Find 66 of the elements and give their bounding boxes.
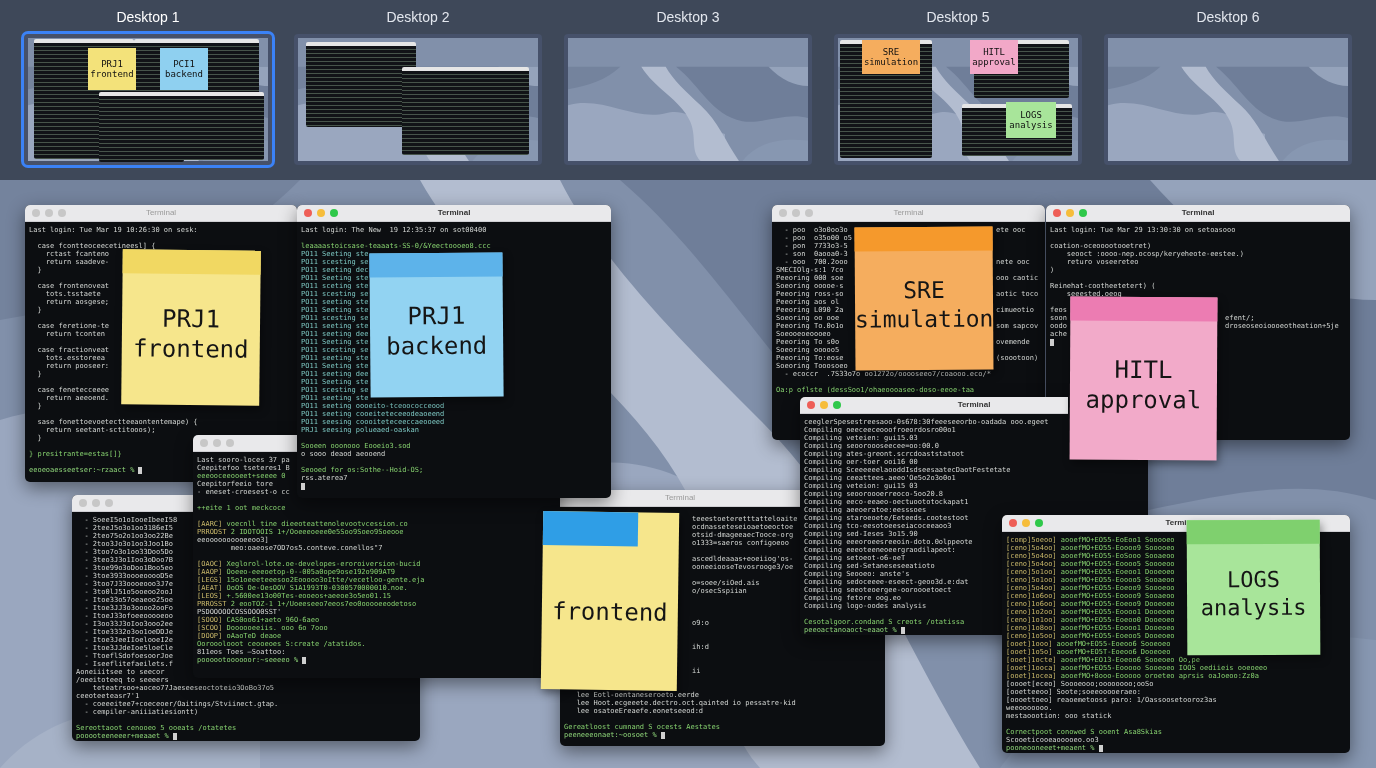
zoom-button[interactable] — [833, 401, 841, 409]
text-cursor — [1050, 338, 1054, 346]
note-text: HITL — [1114, 354, 1173, 385]
zoom-button[interactable] — [805, 209, 813, 217]
desktop-thumbnail[interactable]: PRJ1 frontend PCI1 backend — [24, 34, 272, 165]
minimize-button[interactable] — [213, 439, 221, 447]
minimize-button[interactable] — [792, 209, 800, 217]
zoom-button[interactable] — [58, 209, 66, 217]
close-button[interactable] — [32, 209, 40, 217]
note-text: simulation — [854, 304, 994, 334]
title-bar[interactable] — [72, 495, 193, 512]
close-button[interactable] — [1009, 519, 1017, 527]
note-text: analysis — [1200, 593, 1307, 622]
note-text: analysis — [1009, 120, 1053, 130]
note-text: SRE — [903, 275, 945, 305]
note-text: frontend — [132, 332, 249, 365]
zoom-button[interactable] — [105, 499, 113, 507]
close-button[interactable] — [304, 209, 312, 217]
note-text: PRJ1 — [407, 300, 466, 332]
note-text: approval — [1085, 384, 1202, 415]
desktop-label: Desktop 6 — [1196, 8, 1260, 27]
note-text: PCI1 — [173, 59, 195, 69]
minimize-button[interactable] — [45, 209, 53, 217]
minimize-button[interactable] — [1066, 209, 1074, 217]
text-cursor — [301, 482, 305, 490]
note-text: SRE — [882, 47, 900, 57]
note-text: backend — [386, 330, 488, 362]
minimize-button[interactable] — [1022, 519, 1030, 527]
close-button[interactable] — [779, 209, 787, 217]
title-bar[interactable]: Terminal — [1046, 205, 1350, 222]
zoom-button[interactable] — [1035, 519, 1043, 527]
note-text: HITL — [983, 47, 1005, 57]
desktop-label: Desktop 2 — [386, 8, 450, 27]
title-bar[interactable]: Terminal — [297, 205, 611, 222]
minimize-button[interactable] — [820, 401, 828, 409]
note-text: PRJ1 — [162, 303, 221, 334]
minimize-button[interactable] — [92, 499, 100, 507]
zoom-button[interactable] — [330, 209, 338, 217]
minimize-button[interactable] — [317, 209, 325, 217]
desktop-label: Desktop 1 — [116, 8, 180, 27]
close-button[interactable] — [1053, 209, 1061, 217]
close-button[interactable] — [807, 401, 815, 409]
zoom-button[interactable] — [1079, 209, 1087, 217]
window-title: Terminal — [957, 399, 991, 411]
title-bar[interactable] — [193, 435, 297, 452]
note-text: simulation — [863, 57, 919, 67]
note-text: LOGS — [1226, 565, 1280, 594]
note-text: backend — [165, 69, 203, 79]
note-text: LOGS — [1020, 110, 1042, 120]
note-text: frontend — [551, 596, 668, 628]
window-title: Terminal — [893, 207, 924, 219]
window-title: Termi — [1165, 517, 1187, 529]
desktop-label: Desktop 5 — [926, 8, 990, 27]
note-text: approval — [972, 57, 1016, 67]
zoom-button[interactable] — [226, 439, 234, 447]
window-title: Terminal — [437, 207, 471, 219]
window-title: Terminal — [664, 492, 696, 504]
note-text: frontend — [90, 69, 134, 79]
close-button[interactable] — [79, 499, 87, 507]
close-button[interactable] — [200, 439, 208, 447]
note-text: PRJ1 — [101, 59, 123, 69]
desktop-thumbnail[interactable]: SRE simulation HITL approval LOGS analysis — [834, 34, 1082, 165]
title-bar[interactable]: Terminal — [800, 397, 1068, 414]
window-title: Terminal — [145, 207, 177, 219]
window-title: Terminal — [1181, 207, 1215, 219]
desktop-label: Desktop 3 — [656, 8, 720, 27]
